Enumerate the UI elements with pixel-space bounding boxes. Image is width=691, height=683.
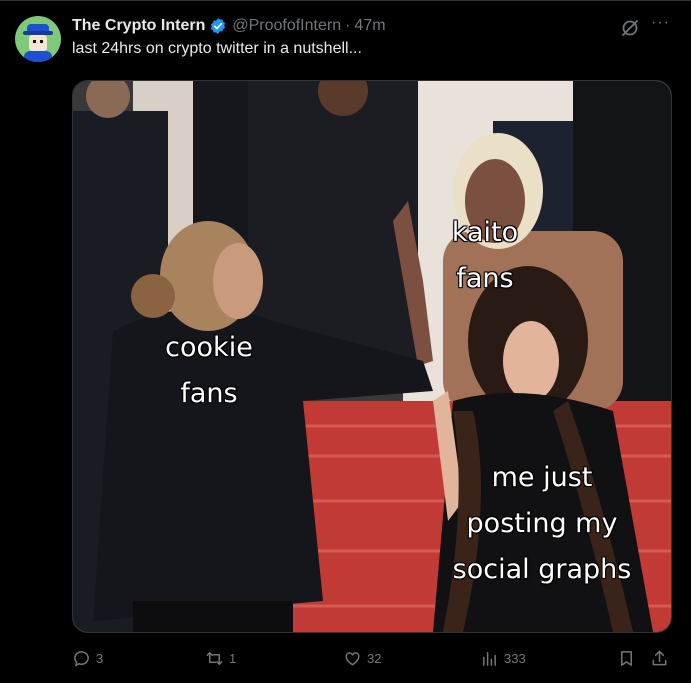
tweet-media[interactable]: cookie fans kaito fans me just posting m… [72, 80, 672, 633]
tweet-actions: 3 1 32 333 [0, 645, 691, 673]
share-button[interactable] [650, 649, 674, 668]
avatar[interactable] [15, 16, 61, 62]
like-button[interactable]: 32 [343, 649, 381, 668]
bookmark-icon [620, 651, 633, 666]
verified-badge-icon[interactable] [209, 17, 227, 35]
repost-icon [206, 652, 223, 665]
meme-label-left-line2: fans [180, 378, 238, 409]
separator-dot: · [345, 17, 351, 34]
meme-label-right-line3: social graphs [452, 554, 632, 585]
tweet-text: last 24hrs on crypto twitter in a nutshe… [72, 40, 362, 57]
author-handle[interactable]: @ProofofIntern [232, 17, 341, 35]
tweet-header: The Crypto Intern @ProofofIntern · 47m [72, 15, 386, 37]
more-icon[interactable]: ··· [651, 14, 670, 32]
share-icon [652, 650, 667, 666]
like-icon [345, 652, 360, 666]
author-name[interactable]: The Crypto Intern [72, 17, 205, 35]
meme-label-middle: kaito fans [441, 210, 529, 302]
repost-button[interactable]: 1 [205, 649, 236, 668]
views-icon [483, 652, 496, 666]
meme-label-right: me just posting my social graphs [435, 455, 649, 593]
meme-label-middle-line1: kaito [451, 217, 519, 248]
views-count: 333 [504, 651, 526, 666]
bookmark-button[interactable] [617, 649, 641, 668]
repost-count: 1 [229, 651, 237, 666]
reply-button[interactable]: 3 [72, 649, 103, 668]
meme-label-right-line2: posting my [466, 508, 618, 539]
top-divider [0, 0, 691, 1]
grok-icon[interactable] [620, 18, 640, 38]
like-count: 32 [367, 651, 382, 666]
meme-label-right-line1: me just [491, 462, 593, 493]
meme-label-left: cookie fans [157, 325, 261, 417]
timestamp[interactable]: 47m [354, 17, 385, 35]
meme-label-left-line1: cookie [165, 332, 253, 363]
reply-count: 3 [96, 651, 104, 666]
meme-label-middle-line2: fans [456, 263, 514, 294]
reply-icon [74, 651, 89, 667]
views-button[interactable]: 333 [480, 649, 526, 668]
